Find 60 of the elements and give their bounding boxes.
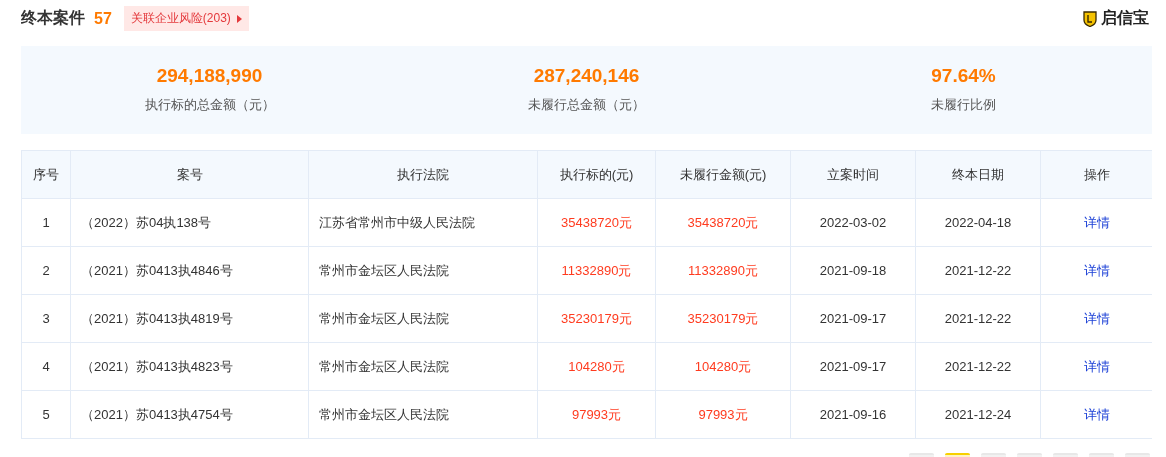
table-cell: 2021-12-24 (915, 390, 1041, 439)
table-cell: 11332890元 (655, 246, 791, 295)
stat-label: 未履行总金额（元） (528, 96, 645, 114)
table-cell: 35230179元 (655, 294, 791, 343)
stat-value: 97.64% (931, 65, 996, 87)
table-cell: 2021-12-22 (915, 342, 1041, 391)
column-header: 案号 (70, 150, 309, 199)
table-cell: 104280元 (655, 342, 791, 391)
table-cell: 2021-09-18 (790, 246, 916, 295)
details-link[interactable]: 详情 (1083, 214, 1110, 230)
column-header: 操作 (1040, 150, 1152, 199)
table-cell: 104280元 (537, 342, 656, 391)
table-cell: 常州市金坛区人民法院 (308, 342, 538, 391)
table-cell: 97993元 (655, 390, 791, 439)
column-header: 序号 (21, 150, 71, 199)
table-cell: 11332890元 (537, 246, 656, 295)
table-cell: 3 (21, 294, 71, 343)
table-cell: 1 (21, 198, 71, 247)
case-count: 57 (94, 9, 112, 28)
brand-name: 启信宝 (1101, 8, 1149, 28)
table-cell: 2021-09-17 (790, 342, 916, 391)
table-cell: 35230179元 (537, 294, 656, 343)
details-link[interactable]: 详情 (1083, 262, 1110, 278)
table-cell: （2021）苏0413执4754号 (70, 390, 309, 439)
table-cell: 97993元 (537, 390, 656, 439)
stat-value: 294,188,990 (156, 65, 263, 87)
stat-label: 执行标的总金额（元） (144, 96, 275, 114)
column-header: 终本日期 (915, 150, 1041, 199)
table-cell: 2022-04-18 (915, 198, 1041, 247)
column-header: 执行标的(元) (537, 150, 656, 199)
details-link[interactable]: 详情 (1083, 310, 1110, 326)
stat-label: 未履行比例 (931, 96, 996, 114)
table-cell: 常州市金坛区人民法院 (308, 246, 538, 295)
table-cell: 2021-09-16 (790, 390, 916, 439)
table-cell: 35438720元 (655, 198, 791, 247)
risk-tag-link[interactable]: 关联企业风险(203) (123, 6, 249, 31)
details-link[interactable]: 详情 (1083, 406, 1110, 422)
table-cell: 5 (21, 390, 71, 439)
details-link[interactable]: 详情 (1083, 358, 1110, 374)
section-title: 终本案件 (21, 8, 85, 28)
shield-logo-icon (1083, 10, 1097, 27)
column-header: 立案时间 (790, 150, 916, 199)
table-cell: 4 (21, 342, 71, 391)
table-cell: 2 (21, 246, 71, 295)
table-cell: （2021）苏0413执4846号 (70, 246, 309, 295)
table-cell: 2022-03-02 (790, 198, 916, 247)
column-header: 未履行金额(元) (655, 150, 791, 199)
table-cell: 常州市金坛区人民法院 (308, 390, 538, 439)
caret-icon (236, 14, 242, 23)
table-cell: 2021-12-22 (915, 246, 1041, 295)
table-cell: 2021-09-17 (790, 294, 916, 343)
table-cell: （2022）苏04执138号 (70, 198, 309, 247)
table-cell: 江苏省常州市中级人民法院 (308, 198, 538, 247)
table-cell: 2021-12-22 (915, 294, 1041, 343)
stat-value: 287,240,146 (533, 65, 640, 87)
table-cell: （2021）苏0413执4819号 (70, 294, 309, 343)
table-cell: 常州市金坛区人民法院 (308, 294, 538, 343)
table-cell: 35438720元 (537, 198, 656, 247)
column-header: 执行法院 (308, 150, 538, 199)
table-cell: （2021）苏0413执4823号 (70, 342, 309, 391)
